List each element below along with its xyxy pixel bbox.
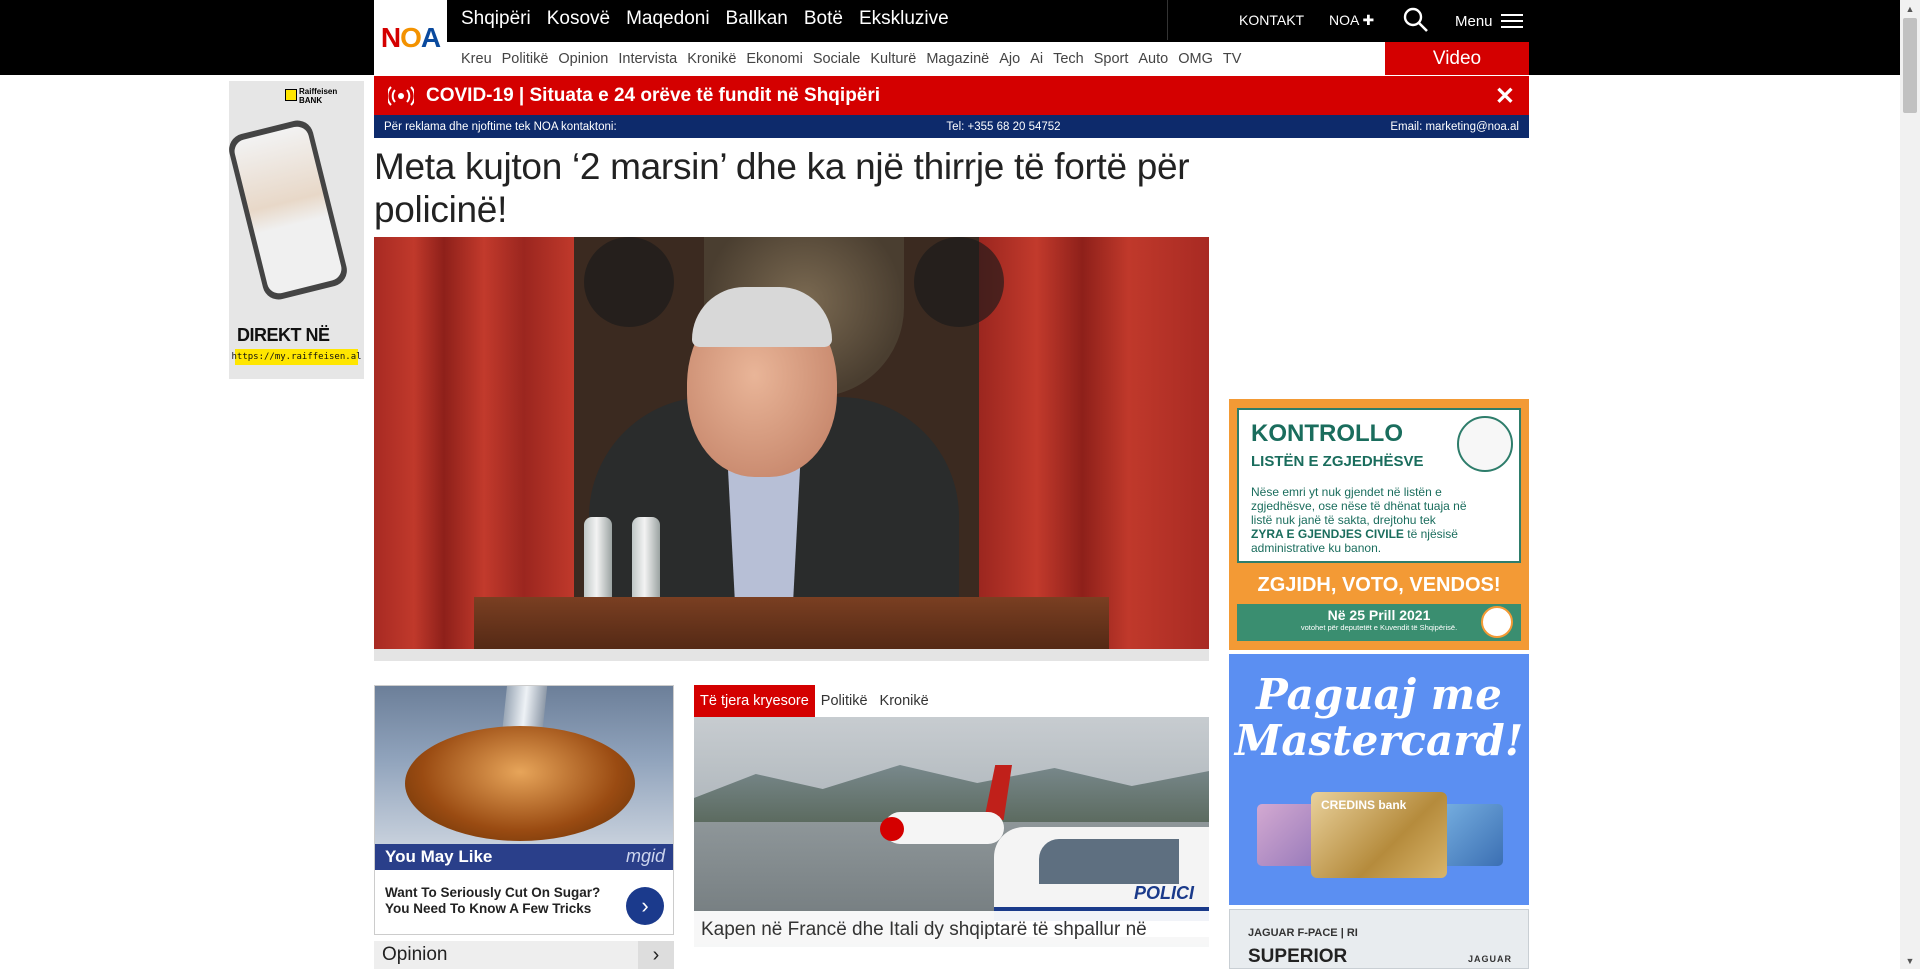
logo-text: NOA (380, 21, 441, 53)
page-scrollbar[interactable]: ▲ ▼ (1900, 0, 1920, 969)
mgid-ad-text[interactable]: Want To Seriously Cut On Sugar? You Need… (385, 885, 605, 917)
subnav-tv[interactable]: TV (1223, 51, 1242, 67)
kqz-body: Nëse emri yt nuk gjendet në listën e zgj… (1251, 485, 1467, 555)
raiffeisen-url: https://my.raiffeisen.al (231, 349, 362, 365)
top-right-tools: KONTAKT NOA ✚ Menu (1167, 0, 1529, 40)
subnav-ajo[interactable]: Ajo (999, 51, 1020, 67)
subnav-politike[interactable]: Politikë (502, 51, 549, 67)
article-main-image[interactable] (374, 237, 1209, 661)
raiffeisen-logo: Raiffeisen BANK (285, 87, 338, 105)
opinion-label: Opinion (382, 944, 448, 965)
subnav-sociale[interactable]: Sociale (813, 51, 861, 67)
main-nav: Shqipëri Kosovë Maqedoni Ballkan Botë Ek… (461, 8, 949, 30)
raiffeisen-brand: Raiffeisen (299, 87, 338, 96)
broadcast-icon (388, 85, 414, 106)
subnav-kronike[interactable]: Kronikë (687, 51, 736, 67)
subnav-sport[interactable]: Sport (1094, 51, 1129, 67)
nav-bote[interactable]: Botë (804, 8, 843, 30)
document-icon (1457, 416, 1513, 472)
jaguar-ad[interactable]: JAGUAR F-PACE | RI SUPERIOR JAGUAR (1229, 909, 1529, 969)
kqz-election-ad[interactable]: KONTROLLO LISTËN E ZGJEDHËSVE Nëse emri … (1229, 399, 1529, 650)
mastercard-slogan: Paguaj me Mastercard! (1234, 670, 1524, 765)
nav-maqedoni[interactable]: Maqedoni (626, 8, 709, 30)
close-icon[interactable]: ✕ (1495, 82, 1515, 111)
chevron-right-icon[interactable]: › (638, 941, 674, 969)
mastercard-ad[interactable]: Paguaj me Mastercard! CREDINS bank (1229, 654, 1529, 905)
subnav-opinion[interactable]: Opinion (558, 51, 608, 67)
kqz-card: KONTROLLO LISTËN E ZGJEDHËSVE Nëse emri … (1237, 408, 1521, 563)
ad-contact-phone[interactable]: Tel: +355 68 20 54752 (946, 121, 1060, 133)
covid-banner-text: COVID-19 | Situata e 24 orëve të fundit … (426, 84, 881, 106)
jaguar-headline: SUPERIOR (1248, 946, 1348, 967)
tab-kronike[interactable]: Kronikë (874, 685, 935, 717)
subnav-omg[interactable]: OMG (1178, 51, 1213, 67)
subnav-auto[interactable]: Auto (1138, 51, 1168, 67)
nav-ballkan[interactable]: Ballkan (726, 8, 788, 30)
sub-nav: Kreu Politikë Opinion Intervista Kronikë… (447, 42, 1385, 75)
nav-ekskluzive[interactable]: Ekskluzive (859, 8, 949, 30)
kqz-subtitle: LISTËN E ZGJEDHËSVE (1251, 453, 1424, 470)
ad-contact-text: Për reklama dhe njoftime tek NOA kontakt… (384, 120, 617, 133)
search-icon[interactable] (1403, 7, 1429, 33)
kqz-date-bar: Në 25 Prill 2021 votohet për deputetët e… (1237, 604, 1521, 641)
police-van-text: POLICI (1134, 883, 1195, 903)
news-tabs: Të tjera kryesore Politikë Kronikë (694, 685, 1209, 717)
ad-contact-bar: Për reklama dhe njoftime tek NOA kontakt… (374, 115, 1529, 138)
tab-te-tjera-kryesore[interactable]: Të tjera kryesore (694, 685, 815, 717)
mgid-ad[interactable]: You May Like mgid Want To Seriously Cut … (374, 685, 674, 935)
subnav-kulture[interactable]: Kulturë (870, 51, 916, 67)
jaguar-logo: JAGUAR (1467, 954, 1512, 964)
spoon-image (375, 686, 673, 844)
video-button[interactable]: Video (1385, 42, 1529, 75)
covid-banner[interactable]: COVID-19 | Situata e 24 orëve të fundit … (374, 76, 1529, 115)
kqz-slogan: ZGJIDH, VOTO, VENDOS! (1257, 574, 1501, 596)
raiffeisen-bank-label: BANK (299, 96, 323, 105)
subnav-tech[interactable]: Tech (1053, 51, 1084, 67)
subnav-kreu[interactable]: Kreu (461, 51, 492, 67)
subnav-intervista[interactable]: Intervista (618, 51, 677, 67)
menu-label[interactable]: Menu (1455, 13, 1493, 30)
scroll-down-icon[interactable]: ▼ (1900, 952, 1920, 969)
tab-politike[interactable]: Politikë (815, 685, 874, 717)
scroll-up-icon[interactable]: ▲ (1900, 0, 1920, 17)
kqz-title: KONTROLLO (1251, 420, 1403, 447)
subnav-ai[interactable]: Ai (1030, 51, 1043, 67)
secondary-article-title[interactable]: Kapen në Francë dhe Itali dy shqiptarë t… (694, 911, 1209, 947)
article-headline: Meta kujton ‘2 marsin’ dhe ka një thirrj… (374, 146, 1190, 230)
nav-kosove[interactable]: Kosovë (547, 8, 610, 30)
raiffeisen-mark-icon (285, 89, 297, 101)
nav-shqiperi[interactable]: Shqipëri (461, 8, 531, 30)
kqz-seal-icon (1481, 606, 1513, 638)
card-brand-label: CREDINS bank (1321, 798, 1407, 812)
raiffeisen-ad[interactable]: Raiffeisen BANK DIREKT NË https://my.rai… (229, 81, 364, 379)
noa-plus-link[interactable]: NOA ✚ (1329, 12, 1374, 29)
ad-contact-email[interactable]: Email: marketing@noa.al (1390, 121, 1519, 133)
jaguar-model: JAGUAR F-PACE | RI (1248, 927, 1358, 939)
scrollbar-thumb[interactable] (1903, 18, 1917, 113)
kontakt-link[interactable]: KONTAKT (1239, 12, 1304, 28)
direkt-label: DIREKT NË (237, 325, 330, 345)
phone-image (229, 117, 351, 303)
subnav-magazine[interactable]: Magazinë (926, 51, 989, 67)
noa-logo[interactable]: NOA (374, 0, 447, 75)
chevron-right-icon[interactable]: › (626, 887, 664, 925)
subnav-ekonomi[interactable]: Ekonomi (746, 51, 802, 67)
secondary-article[interactable]: POLICI Kapen në Francë dhe Itali dy shqi… (694, 717, 1209, 947)
hamburger-icon[interactable] (1501, 14, 1523, 29)
opinion-section-header[interactable]: Opinion › (374, 941, 674, 969)
mgid-logo: mgid (625, 846, 665, 866)
